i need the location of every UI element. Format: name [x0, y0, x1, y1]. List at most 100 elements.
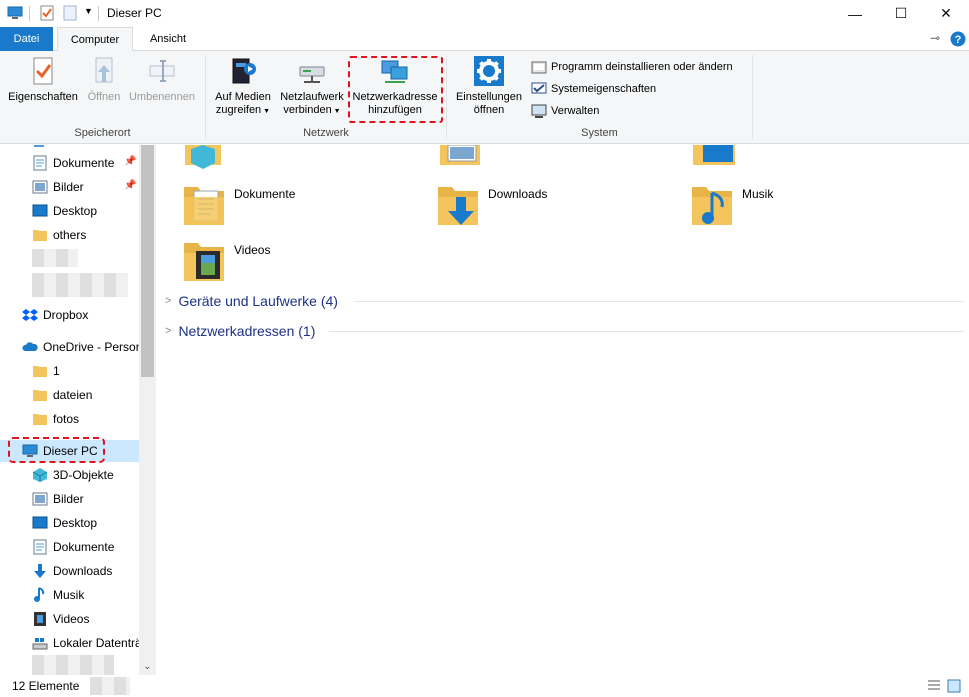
- film-icon: [34, 612, 46, 626]
- tab-computer[interactable]: Computer: [57, 27, 133, 52]
- nav-scrollbar[interactable]: ⌄: [139, 145, 156, 675]
- customize-quick-access-icon[interactable]: ▼: [84, 6, 93, 16]
- large-icons-view-icon[interactable]: [946, 678, 962, 694]
- nav-item-desktop-quick[interactable]: Desktop: [32, 200, 156, 222]
- blurred-item: [32, 249, 78, 267]
- nav-label: Downloads: [53, 564, 113, 578]
- desktop-folder-icon[interactable]: [693, 145, 735, 165]
- computer-icon[interactable]: [7, 5, 23, 21]
- properties-quick-icon[interactable]: [39, 5, 55, 21]
- minimize-button[interactable]: —: [832, 0, 878, 27]
- 3d-objects-folder-icon[interactable]: [185, 145, 221, 169]
- properties-button[interactable]: Eigenschaften: [6, 55, 80, 104]
- ribbon: Eigenschaften Öffnen Umbenennen Speicher…: [0, 51, 969, 144]
- blurred-item: [90, 677, 130, 695]
- nav-item-fotos[interactable]: fotos: [32, 408, 156, 430]
- open-button[interactable]: Öffnen: [83, 55, 125, 104]
- nav-label: Dokumente: [53, 156, 115, 170]
- nav-item-bilder-quick[interactable]: Bilder: [32, 176, 156, 198]
- media-access-button[interactable]: Auf Medien zugreifen ▼: [210, 55, 276, 118]
- nav-item-downloads[interactable]: Downloads: [32, 560, 156, 582]
- folder-icon: [33, 366, 47, 377]
- tab-view[interactable]: Ansicht: [138, 27, 198, 51]
- navigation-pane: Dokumente 📌 Bilder 📌 Desktop others Drop…: [0, 145, 156, 675]
- uninstall-program-button[interactable]: Programm deinstallieren oder ändern: [531, 58, 733, 76]
- folder-label: Downloads: [488, 187, 548, 201]
- nav-item-bilder[interactable]: Bilder: [32, 488, 156, 510]
- status-bar: 12 Elemente: [0, 675, 969, 697]
- onedrive-icon: [22, 342, 38, 351]
- hard-drive-icon: [32, 638, 48, 650]
- item-count: 12 Elemente: [12, 679, 80, 693]
- nav-item-desktop[interactable]: Desktop: [32, 512, 156, 534]
- pin-icon[interactable]: 📌: [124, 156, 136, 167]
- nav-item-others[interactable]: others: [32, 224, 156, 246]
- manage-icon: [531, 104, 547, 118]
- nav-item-dropbox[interactable]: Dropbox: [22, 304, 156, 326]
- details-view-icon[interactable]: [926, 678, 942, 694]
- download-arrow-icon: [34, 564, 46, 578]
- nav-label: Bilder: [53, 492, 84, 506]
- scrollbar-thumb[interactable]: [141, 145, 154, 377]
- media-label-line1: Auf Medien: [215, 91, 271, 103]
- open-label: Öffnen: [87, 91, 121, 103]
- nav-item-3d-objekte[interactable]: 3D-Objekte: [32, 464, 156, 486]
- highlight-box: [348, 56, 443, 123]
- nav-item-onedrive[interactable]: OneDrive - Person: [22, 336, 156, 358]
- videos-folder-icon: [184, 243, 224, 281]
- system-properties-icon: [531, 82, 547, 94]
- folder-downloads[interactable]: Downloads: [438, 183, 678, 233]
- open-settings-button[interactable]: Einstellungen öffnen: [452, 55, 526, 117]
- folder-videos[interactable]: Videos: [184, 239, 424, 289]
- map-network-drive-button[interactable]: Netzlaufwerk verbinden ▼: [276, 55, 348, 118]
- folder-label: Dokumente: [234, 187, 296, 201]
- document-icon: [33, 539, 47, 555]
- nav-item-local-disk[interactable]: Lokaler Datenträ: [32, 632, 156, 654]
- nav-item-musik[interactable]: Musik: [32, 584, 156, 606]
- nav-label: dateien: [53, 388, 93, 402]
- nav-item-folder-1[interactable]: 1: [32, 360, 156, 382]
- pictures-folder-icon[interactable]: [440, 145, 480, 165]
- maximize-button[interactable]: ☐: [878, 0, 924, 27]
- system-properties-button[interactable]: Systemeigenschaften: [531, 80, 656, 98]
- highlight-box: [8, 437, 105, 463]
- scroll-down-icon[interactable]: ⌄: [139, 661, 156, 672]
- section-divider: [329, 331, 964, 332]
- network-drive-icon: [299, 66, 325, 83]
- folder-dokumente[interactable]: Dokumente: [184, 183, 424, 233]
- desktop-icon: [32, 516, 48, 529]
- folder-musik[interactable]: Musik: [692, 183, 932, 233]
- gear-icon: [474, 56, 504, 86]
- properties-label: Eigenschaften: [8, 91, 78, 103]
- pin-ribbon-icon[interactable]: ⊸: [930, 31, 940, 45]
- nav-item-dokumente[interactable]: Dokumente: [32, 536, 156, 558]
- nav-label: Dropbox: [43, 308, 89, 322]
- nav-label: Desktop: [53, 204, 98, 218]
- map-drive-label-line2: verbinden: [283, 104, 332, 116]
- nav-label: fotos: [53, 412, 80, 426]
- new-folder-quick-icon[interactable]: [62, 5, 78, 21]
- group-label-speicherort: Speicherort: [74, 127, 131, 139]
- media-server-icon: [232, 58, 256, 84]
- rename-button[interactable]: Umbenennen: [126, 55, 198, 104]
- nav-item-dateien[interactable]: dateien: [32, 384, 156, 406]
- close-button[interactable]: ✕: [923, 0, 969, 27]
- manage-button[interactable]: Verwalten: [531, 102, 599, 120]
- title-bar: ▼ Dieser PC — ☐ ✕: [0, 0, 969, 27]
- nav-label: others: [53, 228, 87, 242]
- pin-icon[interactable]: 📌: [124, 180, 136, 191]
- nav-item-videos[interactable]: Videos: [32, 608, 156, 630]
- section-network-locations[interactable]: > Netzwerkadressen (1): [165, 321, 315, 341]
- section-devices-drives[interactable]: > Geräte und Laufwerke (4): [165, 291, 338, 311]
- tab-file[interactable]: Datei: [0, 27, 53, 51]
- map-drive-label-line1: Netzlaufwerk: [280, 91, 344, 103]
- content-pane: Dokumente Downloads Musik Videos > Gerät…: [157, 145, 969, 675]
- help-icon[interactable]: ?: [950, 31, 966, 47]
- nav-label: Dokumente: [53, 540, 115, 554]
- media-label-line2: zugreifen: [215, 104, 262, 116]
- nav-label: 1: [53, 364, 60, 378]
- 3d-objects-icon: [32, 468, 48, 482]
- nav-item-dokumente-quick[interactable]: Dokumente: [32, 152, 156, 174]
- dropbox-icon: [22, 309, 38, 321]
- ribbon-tab-bar: Datei Computer Ansicht ⊸ ?: [0, 27, 969, 52]
